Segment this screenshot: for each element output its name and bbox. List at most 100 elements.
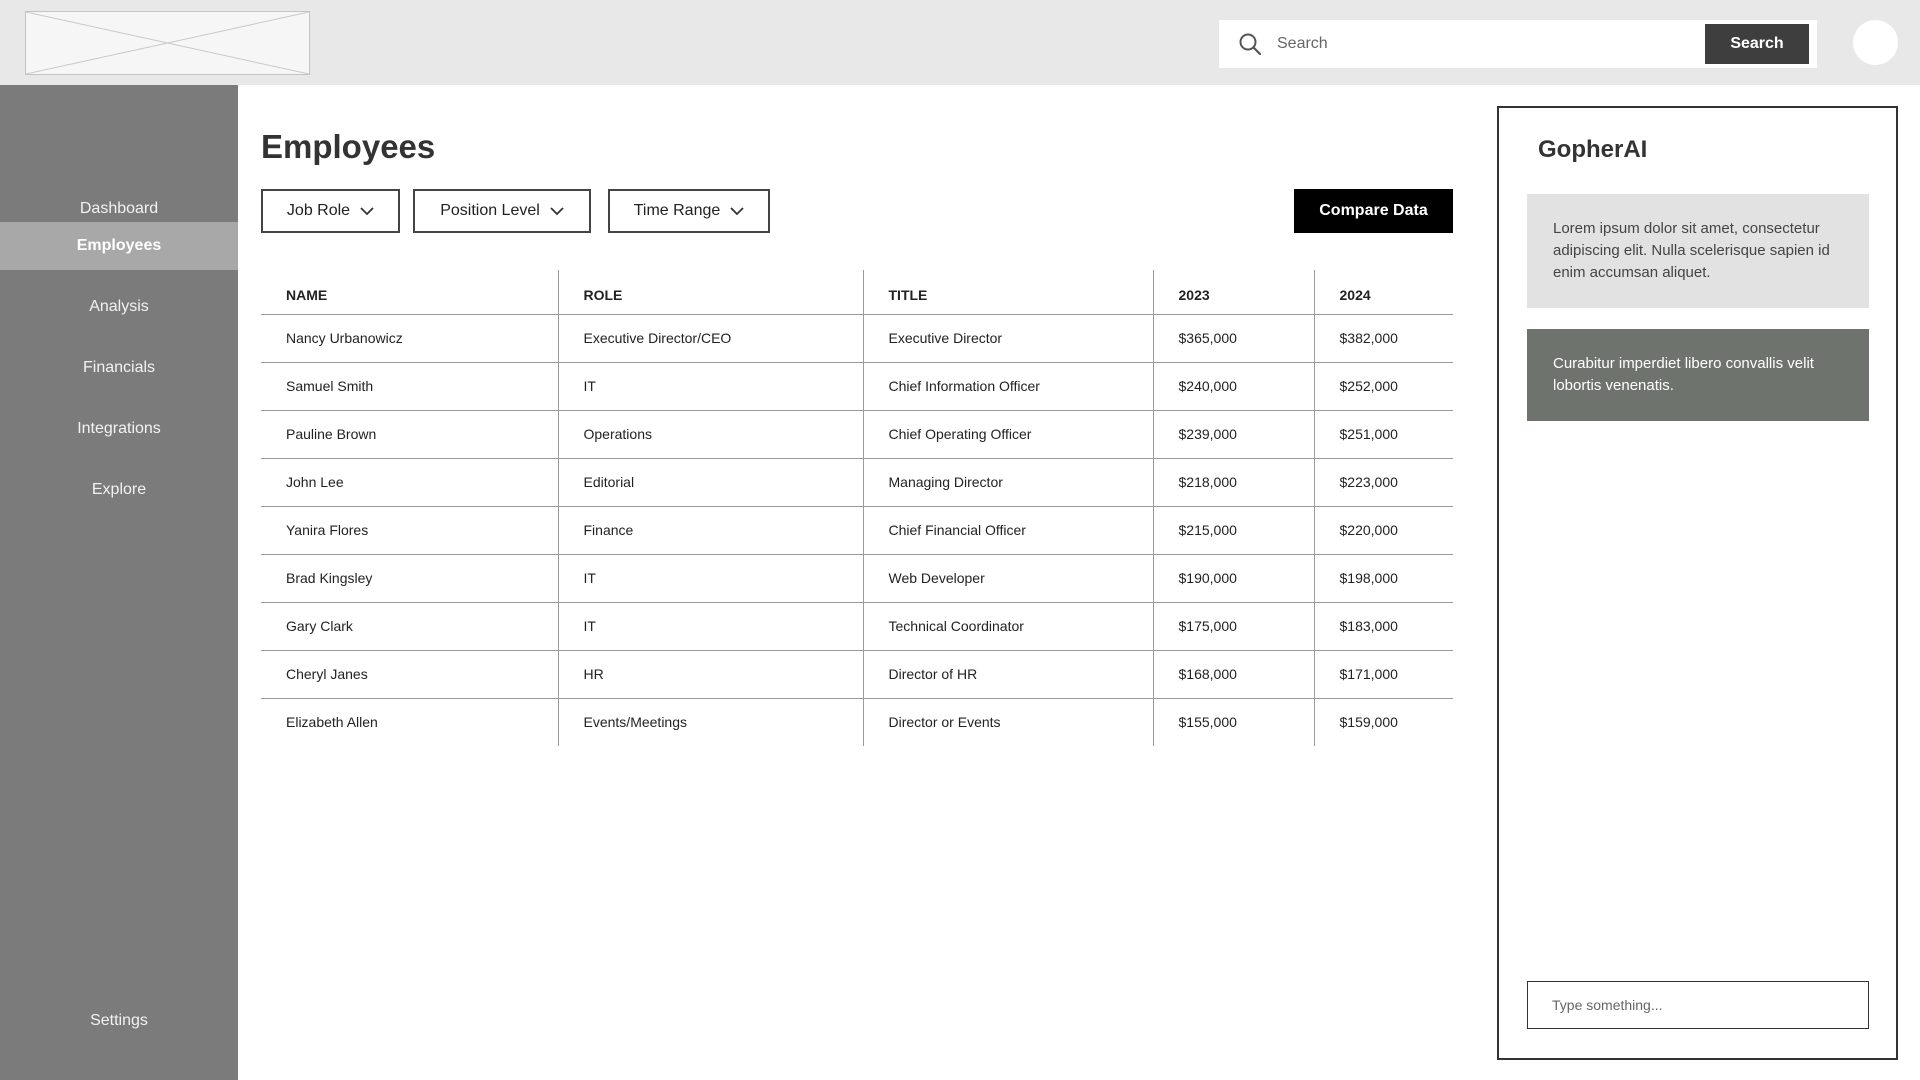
table-row[interactable]: John Lee Editorial Managing Director $218,0… [261, 458, 1453, 507]
salary-2024-cell: $382,000 [1314, 314, 1453, 363]
ai-assistant-panel: GopherAI Lorem ipsum dolor sit amet, con… [1497, 106, 1898, 1060]
page-title: Employees [261, 128, 436, 165]
title-cell: Managing Director [863, 458, 1154, 507]
sidebar-item-analysis[interactable]: Analysis [0, 283, 238, 331]
sidebar-item-label: Explore [91, 481, 147, 498]
salary-2023-cell: $175,000 [1153, 602, 1315, 651]
column-header[interactable]: NAME [261, 270, 559, 315]
title-cell: Web Developer [863, 554, 1154, 603]
sidebar-item-label: Dashboard [79, 200, 159, 217]
column-header[interactable]: 2023 [1153, 270, 1315, 315]
name-cell: Pauline Brown [261, 410, 559, 459]
chevron-down-icon [550, 206, 564, 216]
table-row[interactable]: Samuel Smith IT Chief Information Officer $… [261, 362, 1453, 411]
name-cell: Cheryl Janes [261, 650, 559, 699]
table-row[interactable]: Elizabeth Allen Events/Meetings Director o… [261, 698, 1453, 746]
position-level-dropdown[interactable]: Position Level [413, 189, 591, 233]
sidebar-item-settings[interactable]: Settings [0, 997, 238, 1045]
search-bar: Search [1219, 20, 1817, 68]
table-header-row: NAME ROLE TITLE 2023 2024 [261, 270, 1453, 315]
job-role-dropdown[interactable]: Job Role [261, 189, 400, 233]
title-cell: Technical Coordinator [863, 602, 1154, 651]
salary-2023-cell: $190,000 [1153, 554, 1315, 603]
role-cell: Events/Meetings [558, 698, 864, 746]
ai-message: Lorem ipsum dolor sit amet, consectetur … [1527, 194, 1869, 308]
name-cell: Brad Kingsley [261, 554, 559, 603]
salary-2023-cell: $168,000 [1153, 650, 1315, 699]
employees-table: NAME ROLE TITLE 2023 2024 Nancy Urbanowicz Ex… [261, 270, 1453, 746]
column-header[interactable]: 2024 [1314, 270, 1453, 315]
column-header[interactable]: TITLE [863, 270, 1154, 315]
filter-label: Time Range [633, 202, 721, 219]
salary-2023-cell: $218,000 [1153, 458, 1315, 507]
role-cell: HR [558, 650, 864, 699]
user-message: Curabitur imperdiet libero convallis vel… [1527, 329, 1869, 421]
title-cell: Director or Events [863, 698, 1154, 746]
title-cell: Chief Operating Officer [863, 410, 1154, 459]
title-cell: Chief Financial Officer [863, 506, 1154, 555]
salary-2023-cell: $240,000 [1153, 362, 1315, 411]
table-row[interactable]: Brad Kingsley IT Web Developer $190,000 $198… [261, 554, 1453, 603]
salary-2024-cell: $183,000 [1314, 602, 1453, 651]
sidebar-item-label: Analysis [89, 298, 149, 315]
sidebar-item-label: Integrations [77, 420, 161, 437]
name-cell: Elizabeth Allen [261, 698, 559, 746]
avatar[interactable] [1853, 20, 1898, 65]
role-cell: IT [558, 554, 864, 603]
sidebar-item-label: Settings [90, 1012, 148, 1029]
name-cell: John Lee [261, 458, 559, 507]
role-cell: Finance [558, 506, 864, 555]
chevron-down-icon [360, 206, 374, 216]
table-body: Nancy Urbanowicz Executive Director/CEO Ex… [261, 314, 1453, 746]
role-cell: Editorial [558, 458, 864, 507]
filter-label: Job Role [286, 202, 351, 219]
name-cell: Yanira Flores [261, 506, 559, 555]
table-row[interactable]: Pauline Brown Operations Chief Operating O… [261, 410, 1453, 459]
table-row[interactable]: Yanira Flores Finance Chief Financial Offi… [261, 506, 1453, 555]
logo-placeholder[interactable] [25, 11, 310, 75]
sidebar-item-explore[interactable]: Explore [0, 466, 238, 514]
salary-2024-cell: $252,000 [1314, 362, 1453, 411]
salary-2024-cell: $198,000 [1314, 554, 1453, 603]
salary-2023-cell: $365,000 [1153, 314, 1315, 363]
search-input[interactable] [1263, 20, 1705, 68]
sidebar-item-financials[interactable]: Financials [0, 344, 238, 392]
chevron-down-icon [730, 206, 744, 216]
time-range-dropdown[interactable]: Time Range [608, 189, 770, 233]
salary-2024-cell: $220,000 [1314, 506, 1453, 555]
role-cell: Executive Director/CEO [558, 314, 864, 363]
sidebar: Dashboard Employees Analysis Financials … [0, 85, 238, 1080]
salary-2023-cell: $215,000 [1153, 506, 1315, 555]
salary-2024-cell: $251,000 [1314, 410, 1453, 459]
name-cell: Nancy Urbanowicz [261, 314, 559, 363]
search-button[interactable]: Search [1705, 24, 1809, 64]
table-row[interactable]: Cheryl Janes HR Director of HR $168,000 $171… [261, 650, 1453, 699]
salary-2024-cell: $159,000 [1339, 714, 1398, 731]
sidebar-item-label: Employees [76, 237, 162, 254]
sidebar-item-employees[interactable]: Employees [0, 222, 238, 270]
filter-label: Position Level [440, 202, 540, 219]
salary-2023-cell: $155,000 [1153, 698, 1315, 746]
role-cell: IT [558, 602, 864, 651]
title-cell: Executive Director [863, 314, 1154, 363]
logo-placeholder-icon [26, 12, 309, 74]
ai-panel-title: GopherAI [1538, 136, 1648, 163]
salary-2024-cell: $223,000 [1314, 458, 1453, 507]
search-icon [1237, 31, 1263, 57]
salary-2024-cell: $171,000 [1314, 650, 1453, 699]
name-cell: Gary Clark [261, 602, 559, 651]
top-bar: Search [0, 0, 1920, 85]
title-cell: Chief Information Officer [863, 362, 1154, 411]
compare-data-button[interactable]: Compare Data [1294, 189, 1453, 233]
name-cell: Samuel Smith [261, 362, 559, 411]
title-cell: Director of HR [863, 650, 1154, 699]
table-row[interactable]: Nancy Urbanowicz Executive Director/CEO Ex… [261, 314, 1453, 363]
salary-2023-cell: $239,000 [1153, 410, 1315, 459]
sidebar-item-label: Financials [82, 359, 156, 376]
role-cell: IT [558, 362, 864, 411]
role-cell: Operations [558, 410, 864, 459]
column-header[interactable]: ROLE [558, 270, 864, 315]
table-row[interactable]: Gary Clark IT Technical Coordinator $175,00… [261, 602, 1453, 651]
chat-input[interactable] [1527, 981, 1869, 1029]
sidebar-item-integrations[interactable]: Integrations [0, 405, 238, 453]
